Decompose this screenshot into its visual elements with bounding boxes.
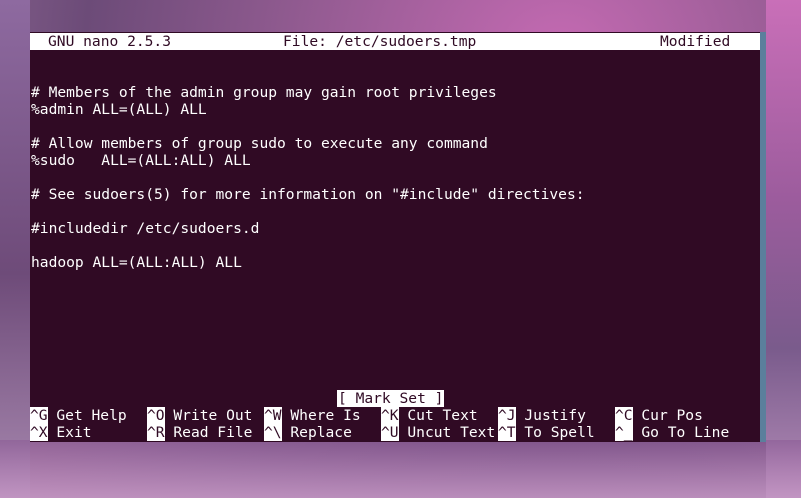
shortcut-label: Where Is bbox=[290, 407, 361, 424]
nano-version: GNU nano 2.5.3 bbox=[48, 33, 172, 50]
shortcut-key: ^J bbox=[498, 407, 516, 424]
desktop-background-right bbox=[766, 0, 801, 498]
shortcut-uncut-text[interactable]: ^U Uncut Text bbox=[381, 424, 495, 441]
shortcut-key: ^K bbox=[381, 407, 399, 424]
terminal-window[interactable]: GNU nano 2.5.3 File: /etc/sudoers.tmp Mo… bbox=[30, 32, 760, 442]
shortcut-write-out[interactable]: ^O Write Out bbox=[147, 407, 252, 424]
editor-line[interactable]: # See sudoers(5) for more information on… bbox=[31, 186, 585, 203]
shortcut-label: Read File bbox=[173, 424, 253, 441]
shortcut-label: Justify bbox=[524, 407, 586, 424]
shortcut-to-spell[interactable]: ^T To Spell bbox=[498, 424, 595, 441]
shortcut-label: Uncut Text bbox=[407, 424, 496, 441]
shortcut-key: ^_ bbox=[615, 424, 633, 441]
editor-line[interactable]: # Allow members of group sudo to execute… bbox=[31, 135, 488, 152]
shortcut-label: To Spell bbox=[524, 424, 595, 441]
shortcut-cur-pos[interactable]: ^C Cur Pos bbox=[615, 407, 703, 424]
editor-line[interactable]: hadoop ALL=(ALL:ALL) ALL bbox=[31, 254, 242, 271]
shortcut-exit[interactable]: ^X Exit bbox=[30, 424, 92, 441]
shortcut-go-to-line[interactable]: ^_ Go To Line bbox=[615, 424, 729, 441]
shortcut-key: ^C bbox=[615, 407, 633, 424]
shortcut-get-help[interactable]: ^G Get Help bbox=[30, 407, 127, 424]
editor-line[interactable]: %sudo ALL=(ALL:ALL) ALL bbox=[31, 152, 251, 169]
shortcut-read-file[interactable]: ^R Read File bbox=[147, 424, 252, 441]
shortcut-replace[interactable]: ^\ Replace bbox=[264, 424, 352, 441]
shortcut-key: ^T bbox=[498, 424, 516, 441]
editor-line[interactable]: # Members of the admin group may gain ro… bbox=[31, 84, 497, 101]
editor-line[interactable]: #includedir /etc/sudoers.d bbox=[31, 220, 259, 237]
shortcut-justify[interactable]: ^J Justify bbox=[498, 407, 586, 424]
shortcut-key: ^O bbox=[147, 407, 165, 424]
desktop-background-bottom bbox=[0, 440, 801, 498]
desktop-background-left bbox=[0, 0, 30, 498]
file-name: File: /etc/sudoers.tmp bbox=[283, 33, 477, 50]
shortcut-label: Write Out bbox=[173, 407, 253, 424]
status-message: [ Mark Set ] bbox=[337, 390, 445, 407]
shortcut-label: Exit bbox=[56, 424, 92, 441]
shortcut-cut-text[interactable]: ^K Cut Text bbox=[381, 407, 478, 424]
shortcut-key: ^R bbox=[147, 424, 165, 441]
modified-status: Modified bbox=[660, 33, 731, 50]
shortcut-key: ^X bbox=[30, 424, 48, 441]
shortcut-label: Get Help bbox=[56, 407, 127, 424]
shortcut-where-is[interactable]: ^W Where Is bbox=[264, 407, 361, 424]
shortcut-key: ^U bbox=[381, 424, 399, 441]
shortcut-label: Cut Text bbox=[407, 407, 478, 424]
editor-line[interactable]: %admin ALL=(ALL) ALL bbox=[31, 101, 207, 118]
terminal-scrollbar[interactable] bbox=[760, 32, 766, 442]
shortcut-key: ^W bbox=[264, 407, 282, 424]
nano-title-bar: GNU nano 2.5.3 File: /etc/sudoers.tmp Mo… bbox=[30, 33, 760, 50]
shortcut-label: Go To Line bbox=[641, 424, 730, 441]
shortcut-label: Cur Pos bbox=[641, 407, 703, 424]
shortcut-label: Replace bbox=[290, 424, 352, 441]
shortcut-key: ^\ bbox=[264, 424, 282, 441]
shortcut-key: ^G bbox=[30, 407, 48, 424]
